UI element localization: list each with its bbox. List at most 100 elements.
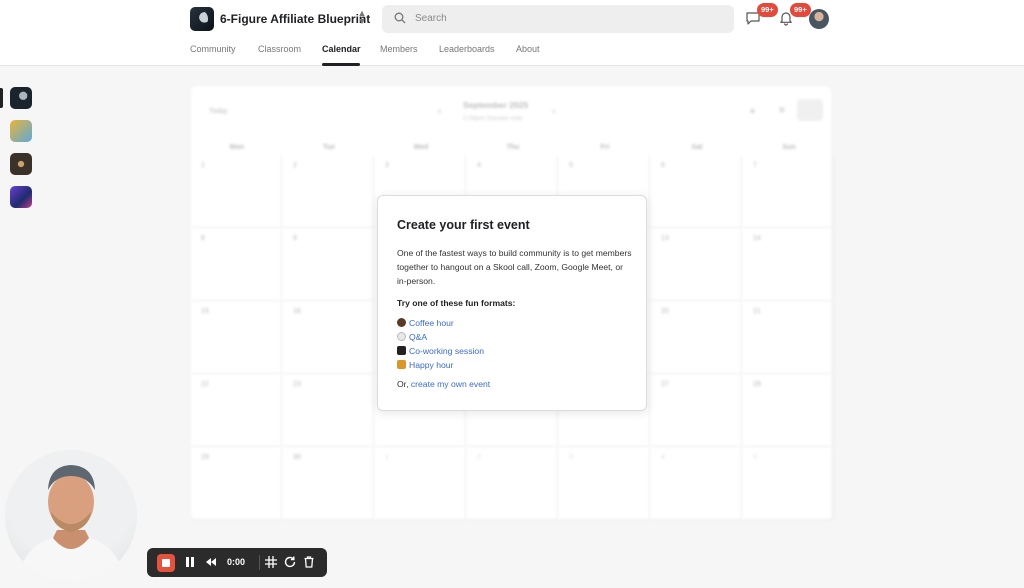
day-number: 4	[477, 162, 481, 169]
calendar-day-cell[interactable]: 7	[743, 156, 834, 228]
create-own-event-link[interactable]: create my own event	[411, 379, 490, 389]
rail-active-marker	[0, 88, 3, 108]
day-number: 7	[753, 162, 757, 169]
chat-badge: 99+	[757, 3, 778, 17]
group-icon-audio[interactable]	[10, 153, 32, 175]
day-number: 15	[201, 308, 209, 315]
add-event-icon[interactable]: +	[749, 104, 756, 118]
group-icon-cat[interactable]	[10, 120, 32, 142]
calendar-day-cell[interactable]: 15	[191, 302, 282, 374]
day-number: 20	[661, 308, 669, 315]
popup-title: Create your first event	[397, 218, 530, 232]
calendar-day-cell[interactable]: 28	[743, 375, 834, 447]
day-number: 13	[661, 235, 669, 242]
dayhead-fri: Fri	[600, 144, 610, 151]
tab-leaderboards[interactable]: Leaderboards	[439, 44, 495, 54]
format-happy-hour[interactable]: Happy hour	[397, 360, 453, 370]
group-logo-icon[interactable]	[190, 7, 214, 31]
calendar-day-cell[interactable]: 22	[191, 375, 282, 447]
calendar-day-cell[interactable]: 29	[191, 448, 282, 520]
calendar-day-cell[interactable]: 8	[191, 229, 282, 301]
calendar-day-cell[interactable]: 1	[191, 156, 282, 228]
calendar-day-cell[interactable]: 4	[651, 448, 742, 520]
calendar-day-cell[interactable]: 2	[283, 156, 374, 228]
speech-bubble-icon	[397, 332, 406, 341]
day-number: 16	[293, 308, 301, 315]
calendar-day-cell[interactable]: 2	[467, 448, 558, 520]
prev-month-icon[interactable]: ‹	[438, 106, 441, 117]
format-label: Happy hour	[409, 360, 454, 370]
calendar-view-icon[interactable]	[797, 99, 823, 121]
laptop-icon	[397, 346, 406, 355]
tab-members[interactable]: Members	[380, 44, 418, 54]
search-input[interactable]: Search	[382, 5, 734, 33]
calendar-day-cell[interactable]: 1	[375, 448, 466, 520]
beer-icon	[397, 360, 406, 369]
user-avatar[interactable]	[809, 9, 829, 29]
calendar-day-cell[interactable]: 27	[651, 375, 742, 447]
calendar-day-cell[interactable]: 9	[283, 229, 374, 301]
group-switcher-chevron-icon[interactable]: ▲ ▼	[356, 9, 368, 26]
calendar-day-cell[interactable]: 30	[283, 448, 374, 520]
dayhead-mon: Mon	[229, 144, 245, 151]
trash-icon[interactable]	[302, 555, 316, 569]
dayhead-wed: Wed	[413, 144, 429, 151]
day-number: 5	[569, 162, 573, 169]
footer-prefix: Or,	[397, 379, 411, 389]
day-number: 6	[661, 162, 665, 169]
format-coworking[interactable]: Co-working session	[397, 346, 484, 356]
grid-icon[interactable]	[264, 555, 278, 569]
recording-time: 0:00	[227, 557, 246, 567]
day-number: 1	[201, 162, 205, 169]
format-qa[interactable]: Q&A	[397, 332, 427, 342]
day-number: 29	[201, 454, 209, 461]
popup-body: One of the fastest ways to build communi…	[397, 248, 632, 286]
top-header: 6-Figure Affiliate Blueprint ▲ ▼ Search 9…	[0, 0, 1024, 66]
pause-icon[interactable]	[183, 555, 197, 569]
next-month-icon[interactable]: ›	[552, 106, 555, 117]
group-icon-purple[interactable]	[10, 186, 32, 208]
calendar-day-cell[interactable]: 21	[743, 302, 834, 374]
tab-classroom[interactable]: Classroom	[258, 44, 301, 54]
format-coffee-hour[interactable]: Coffee hour	[397, 318, 454, 328]
day-number: 2	[477, 454, 481, 461]
popup-footer: Or, create my own event	[397, 379, 490, 389]
tab-community[interactable]: Community	[190, 44, 236, 54]
dayhead-tue: Tue	[323, 144, 335, 151]
format-label: Co-working session	[409, 346, 484, 356]
day-number: 5	[753, 454, 757, 461]
day-number: 2	[293, 162, 297, 169]
day-number: 30	[293, 454, 301, 461]
day-number: 14	[753, 235, 761, 242]
day-number: 8	[201, 235, 205, 242]
dayhead-thu: Thu	[506, 144, 520, 151]
calendar-day-cell[interactable]: 3	[559, 448, 650, 520]
group-icon-affiliate[interactable]	[10, 87, 32, 109]
calendar-day-cell[interactable]: 14	[743, 229, 834, 301]
restart-icon[interactable]	[283, 555, 297, 569]
coffee-icon	[397, 318, 406, 327]
calendar-day-cell[interactable]: 16	[283, 302, 374, 374]
calendar-day-cell[interactable]: 23	[283, 375, 374, 447]
tab-calendar[interactable]: Calendar	[322, 44, 361, 54]
dayhead-sat: Sat	[691, 144, 703, 151]
active-tab-underline	[322, 63, 360, 66]
popup-subtitle: Try one of these fun formats:	[397, 298, 516, 308]
webcam-overlay[interactable]	[5, 450, 137, 582]
group-name[interactable]: 6-Figure Affiliate Blueprint	[220, 12, 370, 26]
tab-about[interactable]: About	[516, 44, 540, 54]
today-button[interactable]: Today	[209, 108, 228, 115]
stop-recording-button[interactable]	[157, 554, 175, 572]
recorder-bar: 0:00	[147, 548, 327, 577]
calendar-day-cell[interactable]: 20	[651, 302, 742, 374]
day-number: 3	[569, 454, 573, 461]
rewind-icon[interactable]	[204, 555, 218, 569]
calendar-day-cell[interactable]: 13	[651, 229, 742, 301]
day-number: 1	[385, 454, 389, 461]
day-number: 27	[661, 381, 669, 388]
format-label: Q&A	[409, 332, 428, 342]
calendar-day-cell[interactable]: 5	[743, 448, 834, 520]
calendar-day-cell[interactable]: 6	[651, 156, 742, 228]
list-view-icon[interactable]: ≡	[779, 105, 785, 116]
day-number: 4	[661, 454, 665, 461]
